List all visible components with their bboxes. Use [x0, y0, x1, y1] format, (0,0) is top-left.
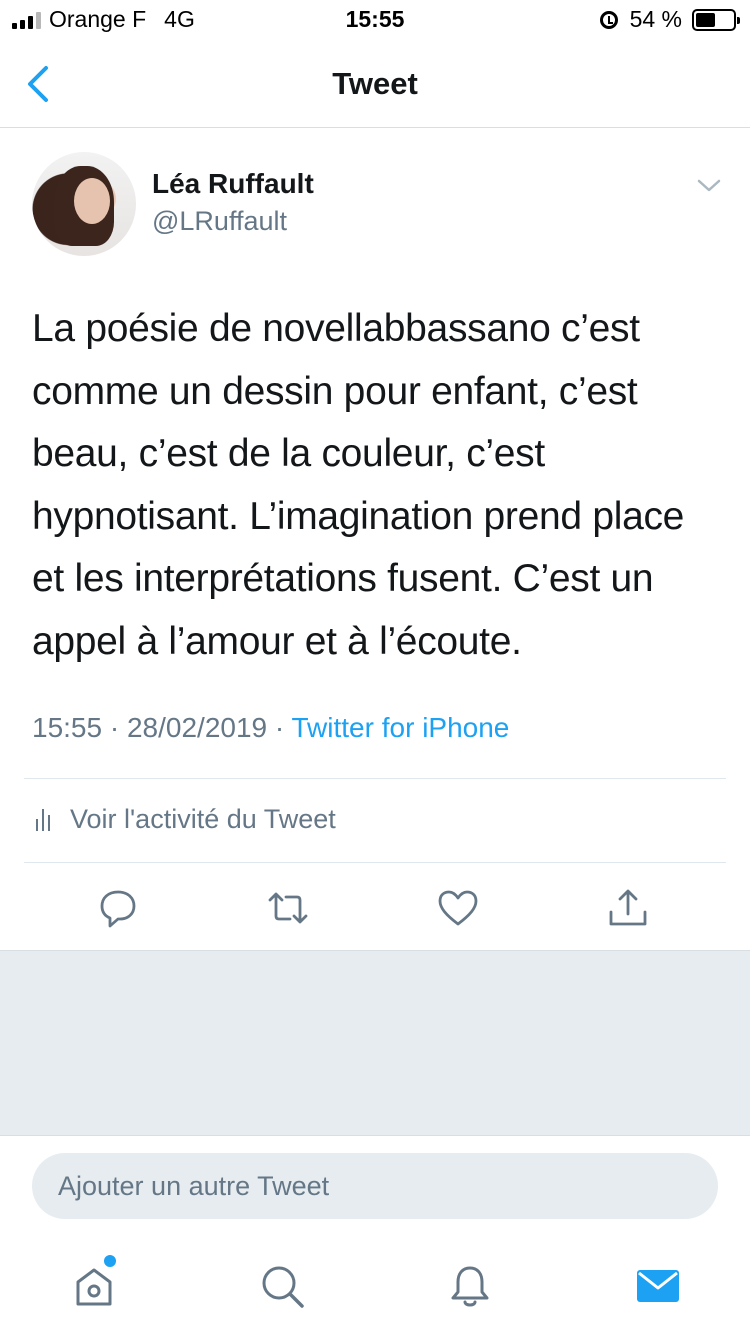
like-icon: [438, 890, 478, 926]
page-title: Tweet: [332, 66, 418, 101]
avatar[interactable]: [32, 152, 136, 256]
chevron-down-icon: [697, 179, 721, 192]
home-notification-dot: [104, 1255, 116, 1267]
messages-icon: [637, 1270, 679, 1302]
status-right: 54 %: [599, 6, 740, 33]
share-button[interactable]: [606, 886, 650, 930]
tweet-text-line: appel à l’amour et à l’écoute.: [32, 619, 522, 663]
tab-messages[interactable]: [634, 1262, 682, 1310]
notifications-icon: [451, 1266, 489, 1307]
home-icon: [76, 1268, 112, 1306]
tweet-meta: 15:55 · 28/02/2019 · Twitter for iPhone: [32, 712, 509, 744]
meta-separator: ·: [267, 712, 292, 743]
add-tweet-placeholder: Ajouter un autre Tweet: [58, 1171, 330, 1201]
tweet-text-line: comme un dessin pour enfant, c’est: [32, 369, 638, 413]
reply-button[interactable]: [96, 886, 140, 930]
tweet-text-line: beau, c’est de la couleur, c’est: [32, 432, 545, 475]
activity-label: Voir l'activité du Tweet: [70, 804, 336, 834]
share-icon: [609, 889, 647, 926]
tweet-text: La poésie de novellabbassano c’est comme…: [32, 298, 732, 673]
search-icon: [262, 1266, 304, 1308]
divider: [24, 862, 726, 863]
tweet-source-link[interactable]: Twitter for iPhone: [292, 712, 510, 743]
tweet-date: 28/02/2019: [126, 712, 268, 743]
battery-icon: [692, 8, 740, 31]
battery-percent: 54 %: [629, 6, 682, 32]
analytics-icon: [36, 808, 50, 831]
status-bar: Orange F 4G 15:55 54 %: [0, 0, 750, 40]
author-handle[interactable]: @LRuffault: [152, 206, 287, 237]
tweet-text-line: hypnotisant. L’imagination prend place: [32, 494, 685, 538]
tweet-text-line: et les interprétations fusent. C’est un: [32, 557, 654, 600]
alarm-icon: [599, 10, 618, 29]
retweet-icon: [268, 892, 308, 924]
retweet-button[interactable]: [266, 886, 310, 930]
reply-icon: [100, 890, 136, 928]
meta-separator: ·: [102, 712, 127, 743]
like-button[interactable]: [436, 886, 480, 930]
empty-replies-area: [0, 950, 750, 1136]
tweet-actions: [0, 880, 750, 944]
author-name[interactable]: Léa Ruffault: [152, 168, 314, 200]
tab-search[interactable]: [258, 1262, 306, 1310]
tweet-options-button[interactable]: [696, 176, 722, 196]
tweet-activity-link[interactable]: Voir l'activité du Tweet: [36, 804, 336, 835]
tab-home[interactable]: [70, 1262, 118, 1310]
header: Tweet: [0, 40, 750, 128]
tab-notifications[interactable]: [446, 1262, 494, 1310]
tweet-time: 15:55: [32, 712, 103, 743]
divider: [24, 778, 726, 779]
tweet-text-line: La poésie de novellabbassano c’est: [32, 307, 640, 350]
add-tweet-input[interactable]: Ajouter un autre Tweet: [32, 1153, 718, 1219]
